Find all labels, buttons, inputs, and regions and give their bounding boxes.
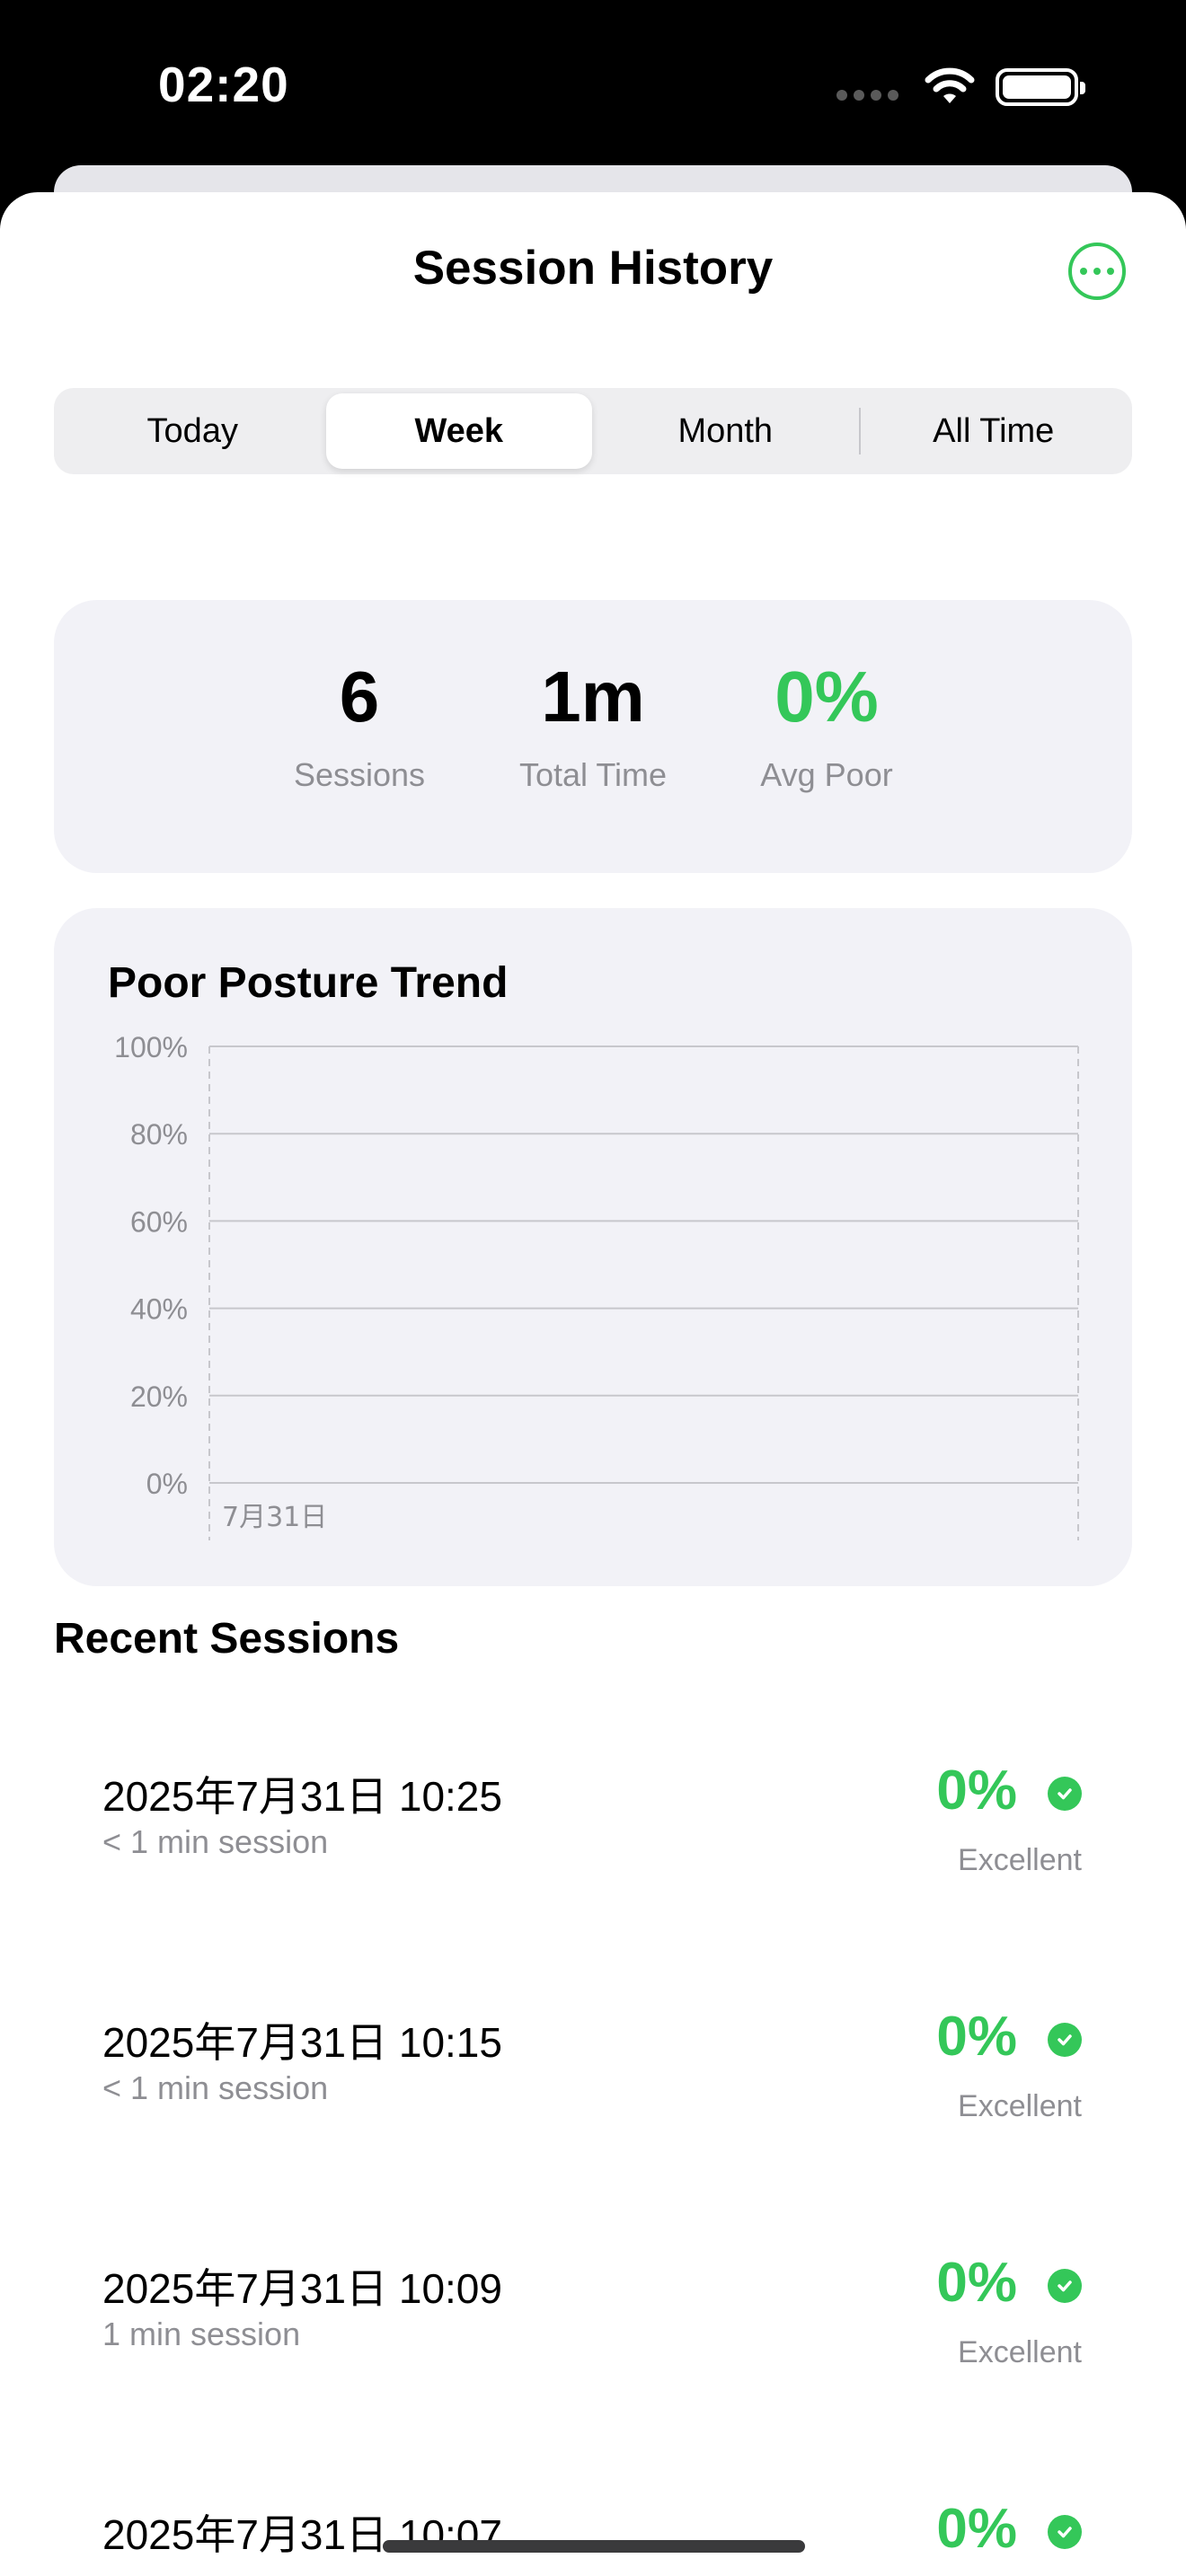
session-score: 0% (936, 2006, 1017, 2068)
session-row[interactable]: 2025年7月31日 10:25 < 1 min session 0% Exce… (54, 1760, 1132, 1944)
session-date: 2025年7月31日 10:09 (102, 2265, 502, 2312)
tab-today[interactable]: Today (59, 393, 326, 469)
total-time-label: Total Time (518, 756, 668, 793)
session-score: 0% (936, 1760, 1017, 1822)
avg-poor-stat: 0% Avg Poor (710, 661, 943, 794)
summary-card: 6 Sessions 1m Total Time 0% Avg Poor (54, 600, 1132, 873)
y-tick-label: 60% (130, 1205, 188, 1238)
sessions-label: Sessions (293, 756, 426, 793)
more-options-button[interactable] (1068, 243, 1126, 300)
session-date: 2025年7月31日 10:07 (102, 2511, 502, 2558)
home-indicator[interactable] (383, 2540, 805, 2553)
status-time: 02:20 (158, 57, 289, 112)
total-time-stat: 1m Total Time (476, 661, 710, 794)
status-icons (836, 65, 1085, 110)
session-score: 0% (936, 2252, 1017, 2314)
total-time-value: 1m (541, 657, 645, 737)
y-tick-label: 20% (130, 1381, 188, 1413)
session-date: 2025年7月31日 10:25 (102, 1773, 502, 1820)
posture-trend-chart: 100% 80% 60% 40% 20% 0% 7月31日 (114, 1031, 1079, 1540)
ellipsis-icon (1080, 268, 1087, 275)
checkmark-icon (1048, 2023, 1082, 2057)
posture-trend-card: Poor Posture Trend 100% 80% 60% 40% 20% 0% 7月3… (54, 908, 1132, 1586)
tab-all-time[interactable]: All Time (861, 393, 1128, 469)
tab-month[interactable]: Month (592, 393, 859, 469)
session-row[interactable]: 2025年7月31日 10:09 1 min session 0% Excell… (54, 2252, 1132, 2436)
session-score: 0% (936, 2498, 1017, 2560)
sessions-stat: 6 Sessions (243, 661, 476, 794)
session-duration: < 1 min session (102, 1823, 329, 1860)
checkmark-icon (1048, 1777, 1082, 1811)
sheet-title: Session History (412, 242, 774, 295)
session-rating: Excellent (958, 1843, 1082, 1877)
x-tick-label: 7月31日 (222, 1502, 327, 1533)
y-tick-label: 0% (146, 1468, 188, 1500)
avg-poor-label: Avg Poor (760, 756, 893, 793)
checkmark-icon (1048, 2515, 1082, 2549)
session-rating: Excellent (958, 2335, 1082, 2369)
cellular-signal-icon (836, 90, 898, 101)
session-date: 2025年7月31日 10:15 (102, 2019, 502, 2066)
session-row[interactable]: 2025年7月31日 10:15 < 1 min session 0% Exce… (54, 2006, 1132, 2190)
session-duration: 1 min session (102, 2316, 301, 2352)
y-tick-label: 80% (130, 1118, 188, 1151)
y-tick-label: 40% (130, 1293, 188, 1326)
period-segmented-control: Today Week Month All Time (54, 388, 1132, 474)
session-row[interactable]: 2025年7月31日 10:07 0% (54, 2498, 1132, 2576)
wifi-icon (925, 67, 975, 103)
avg-poor-value: 0% (774, 657, 879, 737)
session-rating: Excellent (958, 2089, 1082, 2123)
status-bar: 02:20 (0, 0, 1186, 171)
y-tick-label: 100% (114, 1031, 188, 1063)
tab-week[interactable]: Week (325, 393, 592, 469)
checkmark-icon (1048, 2269, 1082, 2303)
session-duration: < 1 min session (102, 2069, 329, 2106)
sessions-count: 6 (339, 657, 380, 737)
recent-sessions-header: Recent Sessions (54, 1615, 400, 1663)
battery-icon (996, 68, 1085, 106)
session-history-sheet: Session History Today Week Month All Tim… (0, 192, 1186, 2576)
